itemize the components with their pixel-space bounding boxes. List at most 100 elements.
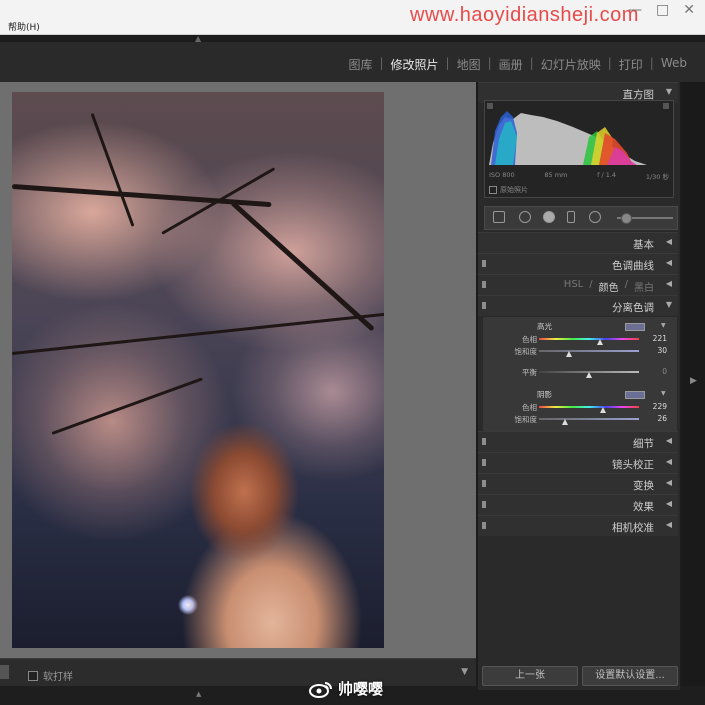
module-map[interactable]: 地图: [453, 56, 485, 73]
window-controls: — □ ✕: [628, 2, 695, 18]
expand-icon: ◀: [665, 499, 672, 508]
develop-panel: 直方图 ▼ ISO 800 85 mm f / 1.4 1/30 秒 原始照片: [478, 82, 680, 690]
highlights-hue-knob[interactable]: [597, 339, 604, 345]
panel-lens-label: 镜头校正: [612, 459, 654, 471]
panel-split-toning[interactable]: 分离色调 ▼: [478, 295, 678, 316]
module-list: 图库 | 修改照片 | 地图 | 画册 | 幻灯片放映 | 打印 | Web: [344, 56, 691, 73]
highlights-swatch-arrow-icon[interactable]: ▼: [661, 322, 666, 329]
weibo-icon: [309, 681, 332, 698]
module-develop[interactable]: 修改照片: [387, 56, 443, 73]
graduated-filter-icon[interactable]: [567, 211, 575, 223]
right-panel-toggle-icon[interactable]: ▶: [690, 376, 697, 386]
highlights-sat-label: 饱和度: [514, 347, 538, 356]
minimize-button[interactable]: —: [628, 2, 642, 18]
brush-slider-knob[interactable]: [621, 213, 632, 224]
module-book[interactable]: 画册: [495, 56, 527, 73]
shadows-sat-knob[interactable]: [562, 419, 568, 425]
crop-tool-icon[interactable]: [493, 211, 505, 223]
panel-transform-label: 变换: [633, 480, 654, 492]
panel-effects[interactable]: 效果 ◀: [478, 494, 678, 515]
radial-filter-icon[interactable]: [589, 211, 601, 223]
expand-icon: ◀: [665, 279, 672, 288]
highlights-hue-label: 色相: [522, 335, 537, 344]
highlights-title: 高光: [537, 322, 552, 331]
weibo-watermark: 帅嘤嘤: [308, 678, 383, 699]
panel-lens-corrections[interactable]: 镜头校正 ◀: [478, 452, 678, 473]
shadows-hue-knob[interactable]: [599, 407, 606, 413]
menu-bar: 帮助(H) www.haoyidiansheji.com — □ ✕: [0, 0, 705, 35]
highlights-hue-slider[interactable]: [539, 338, 639, 345]
shadows-hue-row: 色相 229: [483, 402, 677, 414]
shadows-sat-slider[interactable]: [539, 418, 639, 425]
soft-proof-toggle[interactable]: 软打样: [28, 668, 73, 683]
panel-tone-curve-label: 色调曲线: [612, 260, 654, 272]
view-mode-button[interactable]: [0, 665, 9, 679]
highlights-swatch[interactable]: [625, 323, 645, 331]
balance-label: 平衡: [522, 368, 537, 377]
shadows-title: 阴影: [537, 390, 552, 399]
highlights-sat-knob[interactable]: [566, 351, 572, 357]
shadows-swatch[interactable]: [625, 391, 645, 399]
panel-tone-curve[interactable]: 色调曲线 ◀: [478, 253, 678, 274]
balance-knob[interactable]: [586, 372, 592, 378]
maximize-button[interactable]: □: [656, 2, 669, 18]
expand-icon: ◀: [665, 258, 672, 267]
expand-icon: ◀: [665, 520, 672, 529]
filmstrip-toggle-icon[interactable]: ▲: [196, 690, 201, 698]
photo-workspace: [0, 82, 476, 658]
histogram-graph: [487, 103, 669, 165]
balance-slider[interactable]: [539, 371, 639, 378]
soft-proof-label: 软打样: [43, 672, 73, 683]
toolbar-menu-icon[interactable]: ▼: [461, 667, 468, 677]
tool-strip: [484, 206, 678, 230]
histogram: ISO 800 85 mm f / 1.4 1/30 秒 原始照片: [484, 100, 674, 198]
previous-button[interactable]: 上一张: [482, 666, 578, 686]
panel-transform[interactable]: 变换 ◀: [478, 473, 678, 494]
expand-icon: ◀: [665, 457, 672, 466]
tab-bw[interactable]: 黑白: [634, 279, 654, 294]
original-photo-label: 原始照片: [500, 186, 528, 194]
panel-hsl[interactable]: HSL / 颜色 / 黑白 ◀: [478, 274, 678, 295]
red-eye-icon[interactable]: [543, 211, 555, 223]
reset-default-button[interactable]: 设置默认设置...: [582, 666, 678, 686]
expand-icon: ◀: [665, 478, 672, 487]
highlights-hue-row: 色相 221: [483, 334, 677, 346]
shadows-hue-label: 色相: [522, 403, 537, 412]
collapse-icon: ▼: [665, 87, 672, 96]
panel-detail[interactable]: 细节 ◀: [478, 431, 678, 452]
collapse-icon: ▼: [665, 300, 672, 309]
highlights-sat-slider[interactable]: [539, 350, 639, 357]
module-print[interactable]: 打印: [615, 56, 647, 73]
expand-icon: ◀: [665, 436, 672, 445]
tab-hsl[interactable]: HSL: [564, 279, 583, 294]
focal-length: 85 mm: [544, 171, 568, 179]
tab-color[interactable]: 颜色: [599, 279, 619, 294]
highlights-hue-value[interactable]: 221: [643, 334, 667, 343]
shadows-sat-value[interactable]: 26: [643, 414, 667, 423]
panel-basic[interactable]: 基本 ◀: [478, 232, 678, 253]
module-web[interactable]: Web: [657, 56, 691, 73]
close-button[interactable]: ✕: [683, 2, 695, 18]
menu-help[interactable]: 帮助(H): [8, 20, 40, 33]
shadows-hue-value[interactable]: 229: [643, 402, 667, 411]
shadows-hue-slider[interactable]: [539, 406, 639, 413]
soft-proof-checkbox[interactable]: [28, 670, 38, 681]
original-photo-checkbox[interactable]: [489, 186, 497, 194]
watermark-url: www.haoyidiansheji.com: [410, 4, 639, 26]
photo-preview[interactable]: [12, 92, 384, 648]
panel-split-toning-label: 分离色调: [612, 302, 654, 314]
module-picker: 图库 | 修改照片 | 地图 | 画册 | 幻灯片放映 | 打印 | Web: [0, 42, 705, 82]
shadows-swatch-arrow-icon[interactable]: ▼: [661, 390, 666, 397]
original-photo-toggle[interactable]: 原始照片: [489, 185, 528, 195]
shadows-sat-label: 饱和度: [514, 415, 538, 424]
spot-removal-icon[interactable]: [519, 211, 531, 223]
expand-icon: ◀: [665, 237, 672, 246]
balance-value[interactable]: 0: [643, 367, 667, 376]
highlights-sat-value[interactable]: 30: [643, 346, 667, 355]
panel-basic-label: 基本: [633, 239, 654, 251]
module-slideshow[interactable]: 幻灯片放映: [537, 56, 605, 73]
panel-camera-calibration[interactable]: 相机校准 ◀: [478, 515, 678, 536]
module-library[interactable]: 图库: [344, 56, 376, 73]
weibo-name: 帅嘤嘤: [338, 680, 384, 698]
aperture: f / 1.4: [597, 171, 617, 179]
